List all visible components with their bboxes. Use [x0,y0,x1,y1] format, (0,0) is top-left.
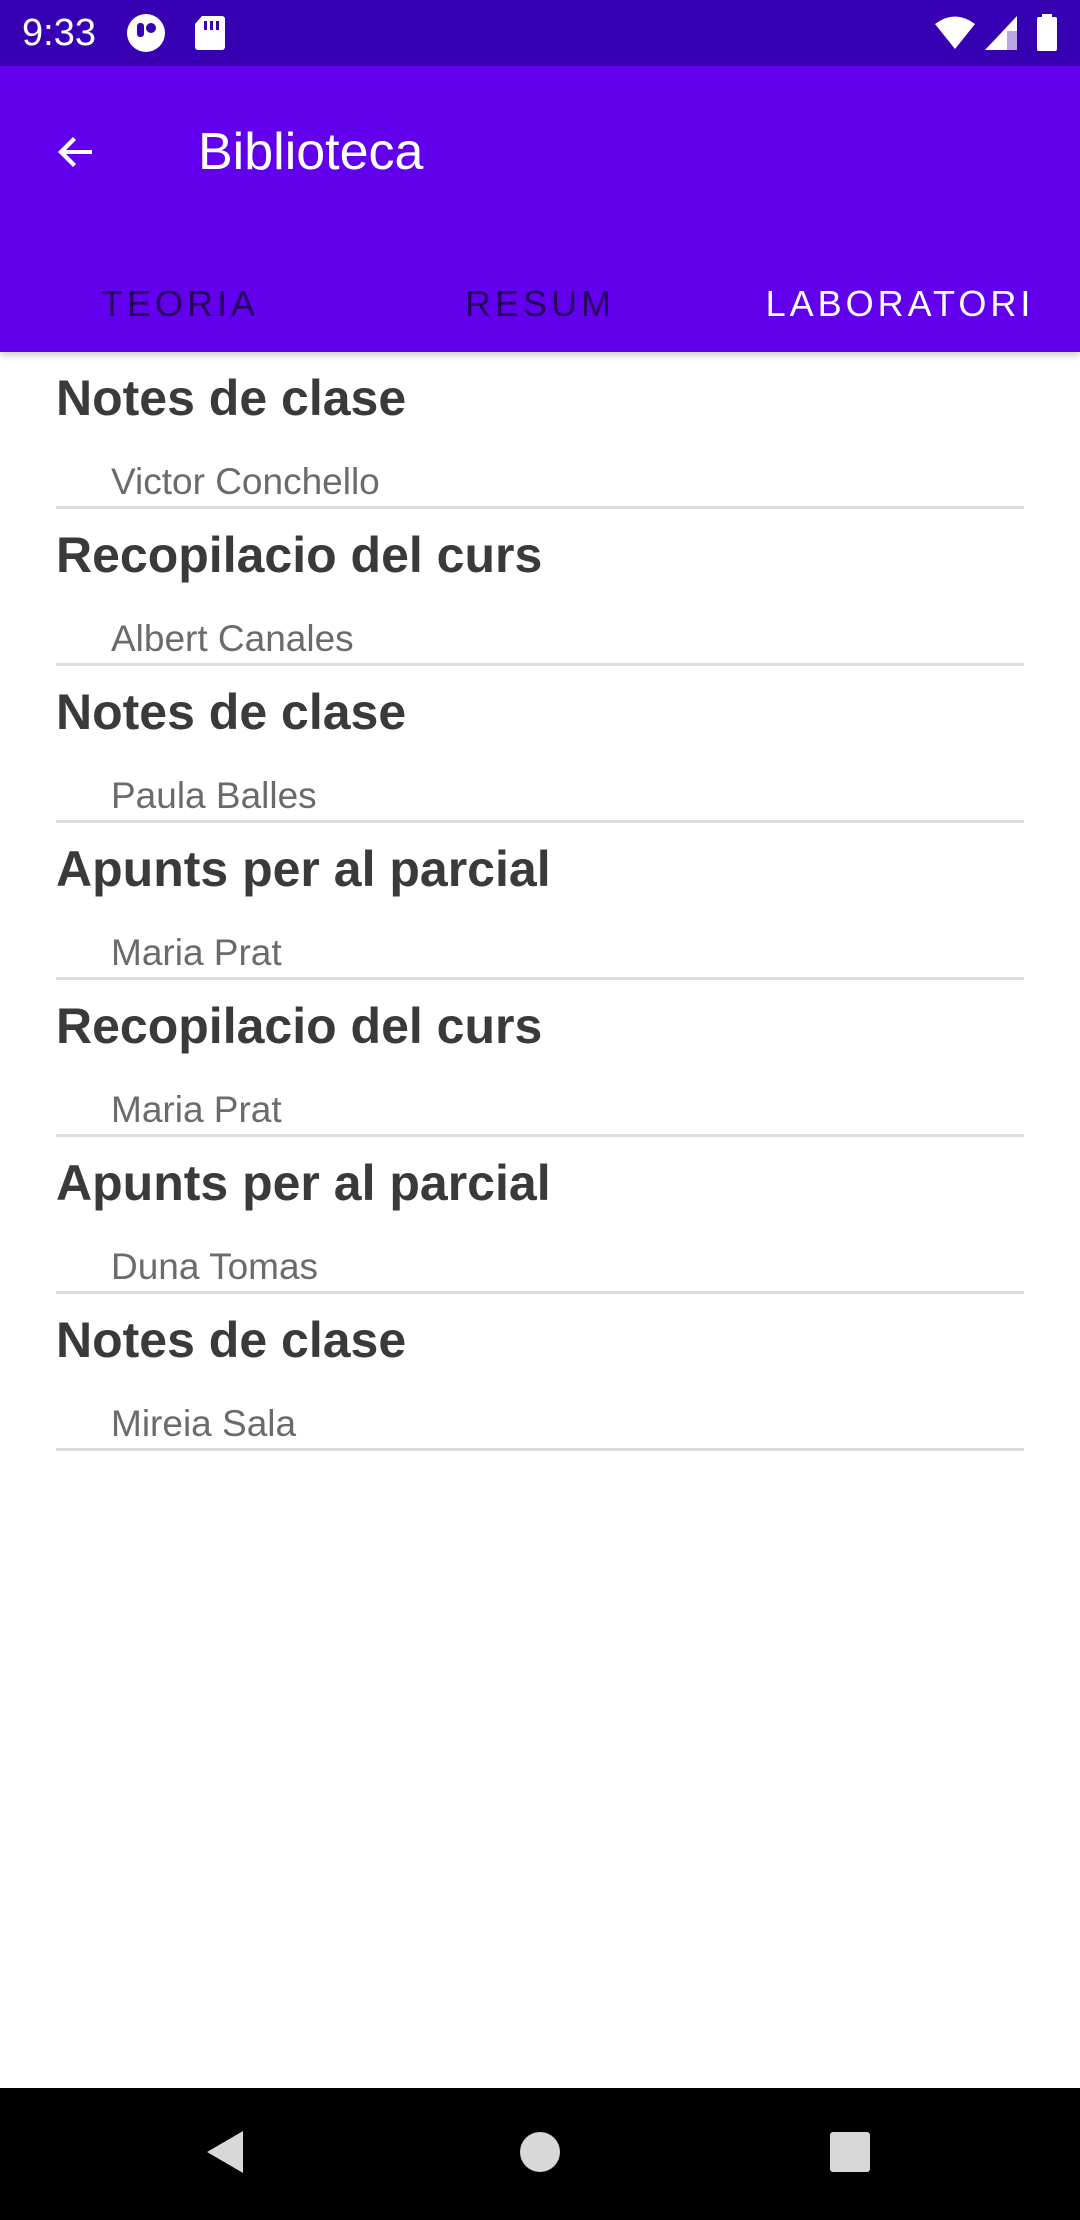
tab-teoria[interactable]: TEORIA [0,256,360,352]
nav-back-button[interactable] [186,2114,266,2194]
item-author: Duna Tomas [111,1246,319,1287]
tab-resum[interactable]: RESUM [360,256,720,352]
tab-laboratori[interactable]: LABORATORI [720,256,1080,352]
sd-card-icon [190,13,230,53]
tab-bar: TEORIA RESUM LABORATORI [0,256,1080,352]
app-notification-icon [126,13,166,53]
battery-icon [1034,13,1060,53]
list-item[interactable]: Notes de clase Mireia Sala [56,1294,1024,1451]
wifi-icon [934,13,975,53]
item-author: Victor Conchello [111,461,380,502]
item-title: Notes de clase [56,370,407,426]
list-item[interactable]: Notes de clase Paula Balles [56,666,1024,823]
screen: 9:33 Biblioteca TEORIA RESUM LABORATORI … [0,0,1080,2220]
page-title: Biblioteca [198,123,424,181]
list-item[interactable]: Recopilacio del curs Albert Canales [56,509,1024,666]
home-circle-icon [518,2130,562,2179]
item-author: Paula Balles [111,775,317,816]
arrow-back-icon [52,128,100,181]
item-title: Apunts per al parcial [56,841,551,897]
back-button[interactable] [36,114,116,194]
recents-square-icon [828,2130,872,2179]
system-nav-bar [0,2088,1080,2220]
item-title: Notes de clase [56,684,407,740]
nav-recents-button[interactable] [810,2114,890,2194]
nav-home-button[interactable] [500,2114,580,2194]
item-author: Mireia Sala [111,1403,297,1444]
document-list: Notes de clase Victor Conchello Recopila… [0,352,1080,1451]
item-author: Maria Prat [111,1089,282,1130]
item-title: Recopilacio del curs [56,527,543,583]
item-author: Albert Canales [111,618,354,659]
app-bar: Biblioteca TEORIA RESUM LABORATORI [0,66,1080,352]
item-title: Apunts per al parcial [56,1155,551,1211]
list-item[interactable]: Notes de clase Victor Conchello [56,352,1024,509]
back-triangle-icon [201,2127,251,2182]
status-time: 9:33 [22,12,96,54]
status-bar: 9:33 [0,0,1080,66]
item-author: Maria Prat [111,932,282,973]
list-item[interactable]: Apunts per al parcial Maria Prat [56,823,1024,980]
item-title: Notes de clase [56,1312,407,1368]
item-title: Recopilacio del curs [56,998,543,1054]
list-item[interactable]: Apunts per al parcial Duna Tomas [56,1137,1024,1294]
cell-signal-icon [983,13,1023,53]
list-item[interactable]: Recopilacio del curs Maria Prat [56,980,1024,1137]
